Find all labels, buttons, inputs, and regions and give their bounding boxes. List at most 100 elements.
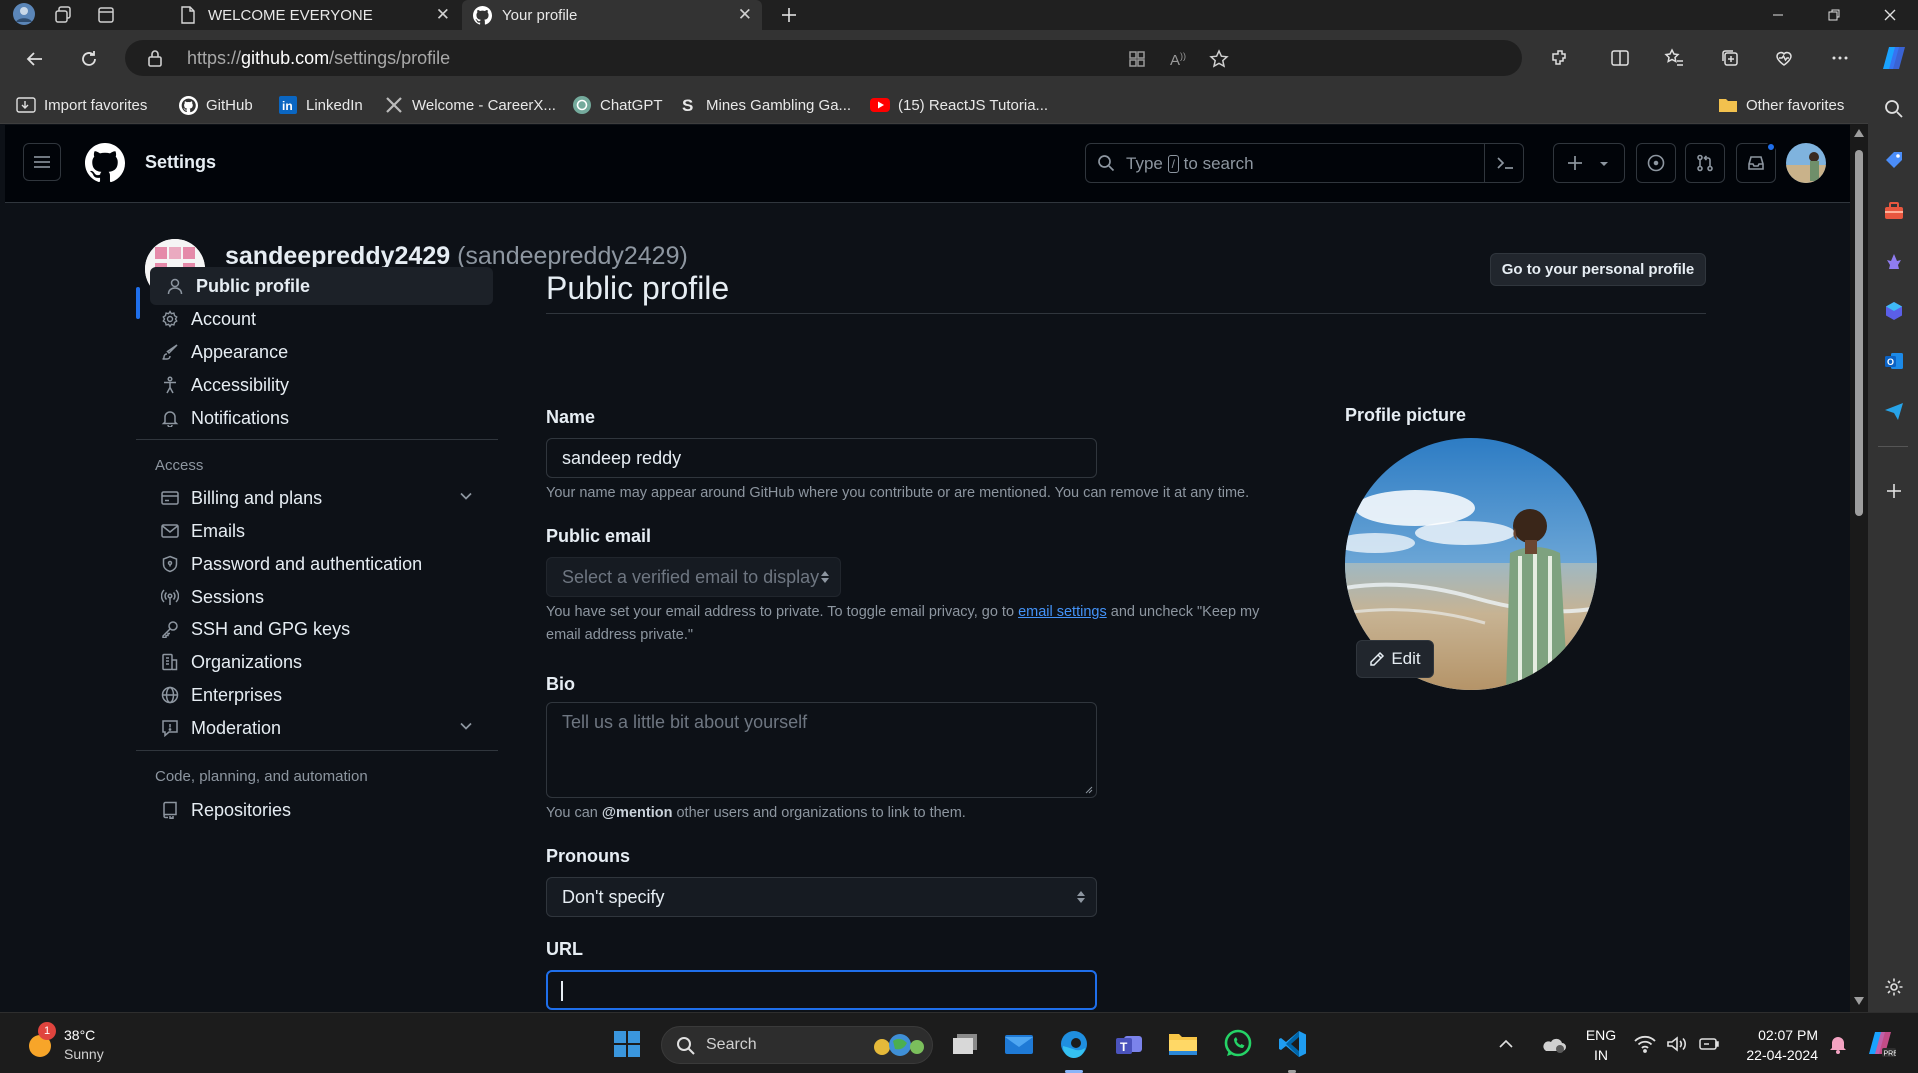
- pronouns-value: Don't specify: [562, 887, 665, 907]
- edge-icon[interactable]: [1057, 1027, 1091, 1061]
- bio-textarea[interactable]: Tell us a little bit about yourself: [546, 702, 1097, 798]
- go-to-profile-button[interactable]: Go to your personal profile: [1490, 253, 1706, 286]
- sidebar-item-notifications[interactable]: Notifications: [145, 399, 483, 437]
- sidebar-item-repositories[interactable]: Repositories: [145, 791, 483, 829]
- mail-app-icon[interactable]: [1002, 1027, 1036, 1061]
- favorite-reactjs[interactable]: (15) ReactJS Tutoria...: [870, 94, 1048, 116]
- page-scrollbar[interactable]: [1850, 124, 1868, 1012]
- search-icon[interactable]: [1881, 96, 1907, 122]
- github-logo-icon[interactable]: [85, 143, 125, 183]
- lock-icon[interactable]: [147, 49, 163, 67]
- browser-tab-bar: WELCOME EVERYONE ✕ Your profile ✕: [0, 0, 1918, 30]
- search-input[interactable]: Type / to search: [1085, 143, 1524, 183]
- copilot-pre-icon[interactable]: PRE: [1864, 1027, 1898, 1061]
- battery-icon[interactable]: [1696, 1027, 1722, 1061]
- organization-icon: [159, 651, 181, 673]
- hamburger-menu-icon[interactable]: [23, 143, 61, 181]
- notification-bell-icon[interactable]: [1826, 1027, 1850, 1061]
- minimize-icon[interactable]: [1750, 0, 1806, 30]
- clock-date[interactable]: 22-04-2024: [1738, 1047, 1818, 1063]
- tab-actions-icon[interactable]: [93, 3, 119, 27]
- workspaces-icon[interactable]: [50, 3, 76, 27]
- onedrive-icon[interactable]: [1538, 1027, 1568, 1061]
- microsoft-365-icon[interactable]: [1881, 298, 1907, 324]
- window-close-icon[interactable]: [1862, 0, 1918, 30]
- scroll-down-icon[interactable]: [1854, 997, 1864, 1005]
- svg-text:in: in: [282, 99, 293, 113]
- windows-start-icon[interactable]: [610, 1027, 644, 1061]
- scrollbar-thumb[interactable]: [1855, 150, 1863, 516]
- url-field[interactable]: [546, 970, 1097, 1010]
- user-avatar[interactable]: [1786, 143, 1826, 183]
- email-settings-link[interactable]: email settings: [1018, 604, 1107, 620]
- games-icon[interactable]: [1881, 248, 1907, 274]
- add-icon[interactable]: [1881, 478, 1907, 504]
- tab-welcome[interactable]: WELCOME EVERYONE ✕: [168, 0, 460, 30]
- settings-icon[interactable]: [1881, 974, 1907, 1000]
- app-available-icon[interactable]: [1125, 47, 1149, 71]
- svg-text:S: S: [682, 96, 693, 114]
- volume-icon[interactable]: [1664, 1027, 1690, 1061]
- browser-essentials-icon[interactable]: [1770, 44, 1798, 72]
- send-icon[interactable]: [1881, 398, 1907, 424]
- outlook-icon[interactable]: O: [1881, 348, 1907, 374]
- command-palette-icon[interactable]: [1496, 155, 1514, 171]
- chevron-down-icon[interactable]: [459, 719, 473, 733]
- create-new-button[interactable]: [1553, 143, 1625, 183]
- favorite-star-icon[interactable]: [1207, 47, 1231, 71]
- close-icon[interactable]: ✕: [436, 5, 450, 25]
- more-menu-icon[interactable]: [1826, 44, 1854, 72]
- tools-icon[interactable]: [1881, 198, 1907, 224]
- wifi-icon[interactable]: [1632, 1027, 1658, 1061]
- collections-icon[interactable]: [1716, 44, 1744, 72]
- language-code[interactable]: ENG: [1585, 1027, 1617, 1043]
- issues-icon[interactable]: [1636, 143, 1676, 183]
- weather-desc[interactable]: Sunny: [64, 1046, 104, 1062]
- address-bar[interactable]: https://github.com/settings/profile A)): [125, 40, 1522, 76]
- weather-temp[interactable]: 38°C: [64, 1027, 95, 1043]
- sidebar-item-moderation[interactable]: Moderation: [145, 709, 483, 747]
- task-view-icon[interactable]: [948, 1027, 982, 1061]
- sidebar-heading-code: Code, planning, and automation: [155, 768, 368, 785]
- vscode-icon[interactable]: [1276, 1027, 1310, 1061]
- teams-icon[interactable]: T: [1112, 1027, 1146, 1061]
- import-favorites-link[interactable]: Import favorites: [16, 94, 147, 116]
- copilot-icon[interactable]: [1878, 42, 1910, 74]
- name-field[interactable]: sandeep reddy: [546, 438, 1097, 478]
- favorite-linkedin[interactable]: in LinkedIn: [278, 94, 363, 116]
- public-email-select[interactable]: Select a verified email to display: [546, 557, 841, 597]
- chevron-up-icon[interactable]: [1496, 1027, 1516, 1061]
- url-text[interactable]: https://github.com/settings/profile: [187, 48, 450, 69]
- resize-handle-icon[interactable]: [1085, 786, 1093, 794]
- shopping-tag-icon[interactable]: [1881, 148, 1907, 174]
- extensions-icon[interactable]: [1546, 44, 1574, 72]
- split-screen-icon[interactable]: [1606, 44, 1634, 72]
- new-tab-icon[interactable]: [776, 3, 802, 27]
- favorite-careerx[interactable]: Welcome - CareerX...: [384, 94, 556, 116]
- favorites-bar: Import favorites GitHub in LinkedIn Welco…: [0, 86, 1880, 124]
- scroll-up-icon[interactable]: [1854, 129, 1864, 137]
- refresh-icon[interactable]: [74, 44, 104, 74]
- close-icon[interactable]: ✕: [738, 5, 752, 25]
- read-aloud-icon[interactable]: A)): [1167, 47, 1191, 71]
- favorite-github[interactable]: GitHub: [178, 94, 253, 116]
- whatsapp-icon[interactable]: [1221, 1027, 1255, 1061]
- header-title[interactable]: Settings: [145, 152, 216, 173]
- back-icon[interactable]: [20, 44, 50, 74]
- edit-picture-button[interactable]: Edit: [1356, 640, 1434, 678]
- favorite-chatgpt[interactable]: ChatGPT: [572, 94, 663, 116]
- other-favorites-folder[interactable]: Other favorites: [1718, 94, 1844, 116]
- tab-your-profile[interactable]: Your profile ✕: [462, 0, 762, 30]
- taskbar-search[interactable]: Search: [661, 1026, 933, 1064]
- profile-avatar-icon[interactable]: [10, 0, 38, 28]
- globe-icon: [159, 684, 181, 706]
- pull-requests-icon[interactable]: [1685, 143, 1725, 183]
- restore-icon[interactable]: [1806, 0, 1862, 30]
- pronouns-select[interactable]: Don't specify: [546, 877, 1097, 917]
- file-explorer-icon[interactable]: [1166, 1027, 1200, 1061]
- chevron-down-icon[interactable]: [459, 489, 473, 503]
- region-code[interactable]: IN: [1585, 1047, 1617, 1063]
- clock-time[interactable]: 02:07 PM: [1738, 1027, 1818, 1043]
- favorite-mines[interactable]: S Mines Gambling Ga...: [678, 94, 851, 116]
- favorites-icon[interactable]: [1660, 44, 1688, 72]
